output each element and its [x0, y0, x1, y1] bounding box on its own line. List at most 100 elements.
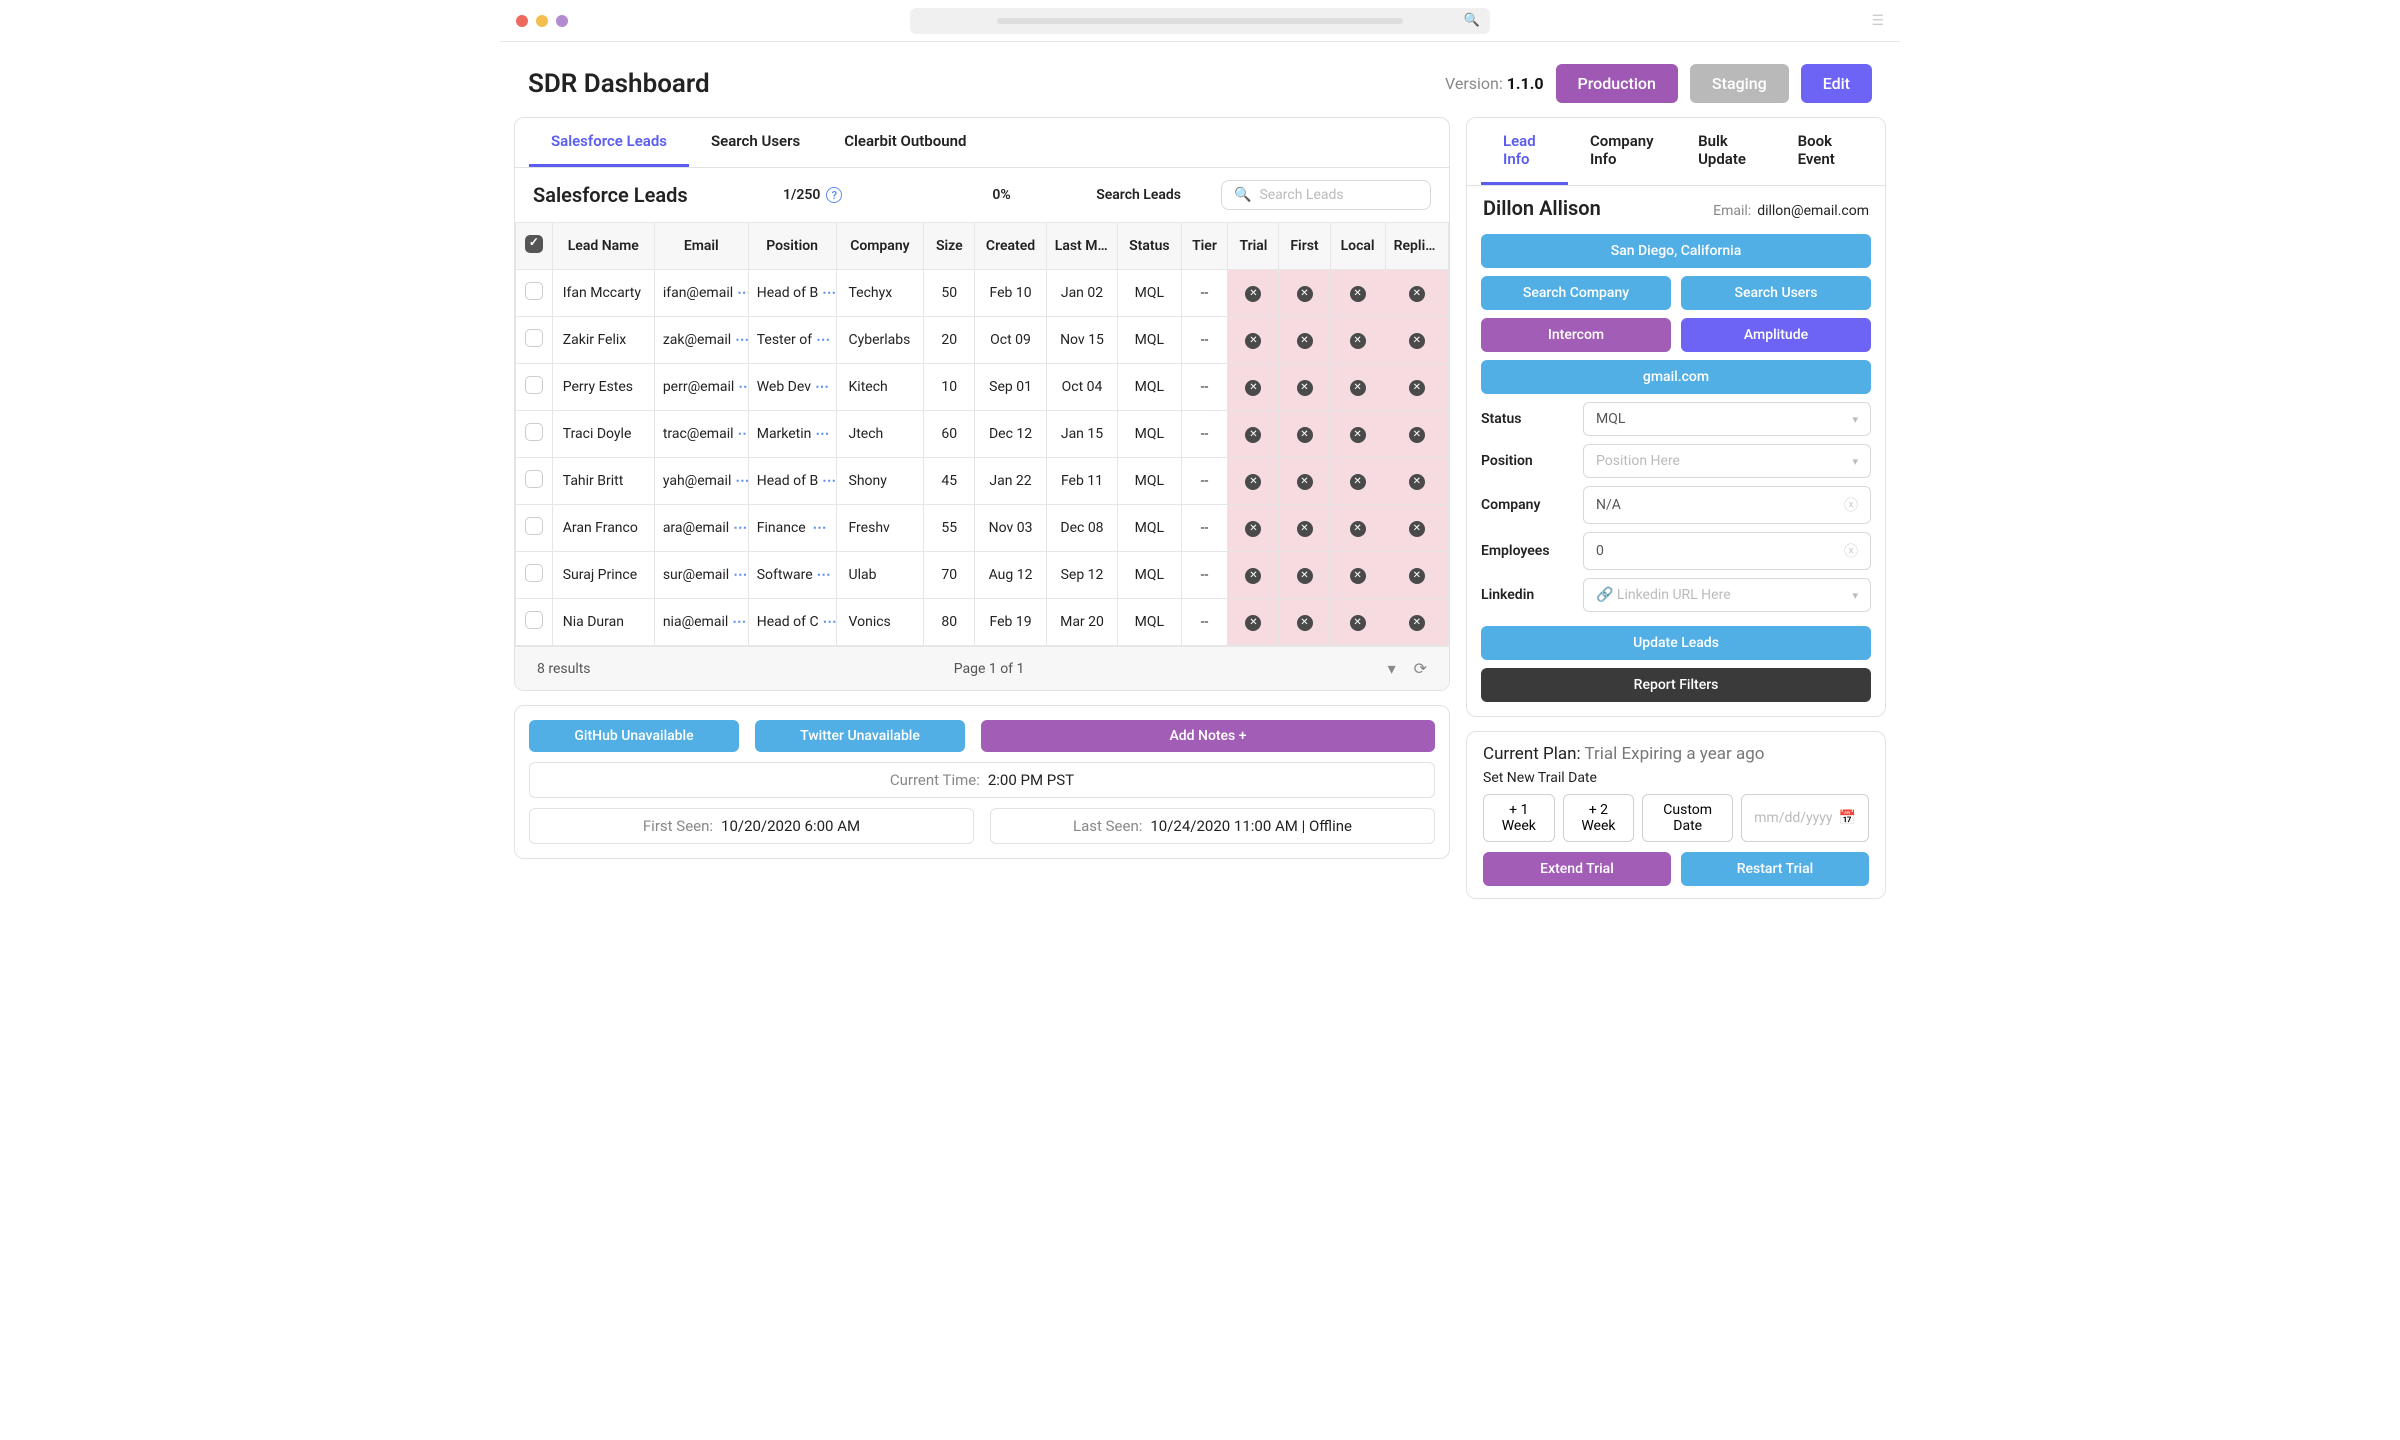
- employees-input[interactable]: 0ⓧ: [1583, 532, 1871, 570]
- more-icon[interactable]: ⋯: [738, 426, 749, 442]
- more-icon[interactable]: ⋯: [735, 332, 748, 348]
- row-checkbox[interactable]: [525, 423, 543, 441]
- staging-button[interactable]: Staging: [1690, 64, 1789, 103]
- intercom-button[interactable]: Intercom: [1481, 318, 1671, 352]
- search-leads-input[interactable]: 🔍: [1221, 180, 1431, 210]
- lead-tabs: Lead Info Company Info Bulk Update Book …: [1467, 118, 1885, 186]
- col-created[interactable]: Created: [975, 223, 1046, 270]
- col-email[interactable]: Email: [654, 223, 748, 270]
- more-icon[interactable]: ⋯: [816, 332, 831, 348]
- cell-name: Aran Franco: [552, 505, 654, 552]
- more-icon[interactable]: ⋯: [822, 285, 836, 301]
- col-size[interactable]: Size: [924, 223, 975, 270]
- row-checkbox[interactable]: [525, 282, 543, 300]
- url-bar[interactable]: 🔍: [910, 8, 1490, 34]
- x-circle-icon: ✕: [1350, 521, 1366, 537]
- row-checkbox[interactable]: [525, 329, 543, 347]
- restart-trial-button[interactable]: Restart Trial: [1681, 852, 1869, 886]
- production-button[interactable]: Production: [1556, 64, 1678, 103]
- table-row[interactable]: Tahir Britt yah@email⋯ Head of B⋯ Shony …: [516, 458, 1449, 505]
- more-icon[interactable]: ⋯: [737, 285, 748, 301]
- col-replied[interactable]: Replied: [1385, 223, 1448, 270]
- minimize-window-icon[interactable]: [536, 15, 548, 27]
- cell-name: Nia Duran: [552, 599, 654, 646]
- tab-clearbit-outbound[interactable]: Clearbit Outbound: [822, 118, 988, 167]
- add-notes-button[interactable]: Add Notes +: [981, 720, 1435, 752]
- position-select[interactable]: Position Here▾: [1583, 444, 1871, 478]
- clear-icon[interactable]: ⓧ: [1844, 541, 1858, 561]
- col-position[interactable]: Position: [748, 223, 836, 270]
- tab-company-info[interactable]: Company Info: [1568, 118, 1676, 185]
- extend-trial-button[interactable]: Extend Trial: [1483, 852, 1671, 886]
- search-users-button[interactable]: Search Users: [1681, 276, 1871, 310]
- maximize-window-icon[interactable]: [556, 15, 568, 27]
- table-row[interactable]: Zakir Felix zak@email⋯ Tester of⋯ Cyberl…: [516, 317, 1449, 364]
- more-icon[interactable]: ⋯: [815, 379, 830, 395]
- more-icon[interactable]: ⋯: [733, 520, 748, 536]
- tab-salesforce-leads[interactable]: Salesforce Leads: [529, 118, 689, 167]
- help-icon[interactable]: ?: [826, 187, 842, 203]
- more-icon[interactable]: ⋯: [738, 379, 748, 395]
- refresh-icon[interactable]: ⟳: [1414, 659, 1427, 678]
- more-icon[interactable]: ⋯: [732, 614, 747, 630]
- cell-email: perr@email⋯: [654, 364, 748, 411]
- menu-icon[interactable]: ☰: [1871, 13, 1884, 29]
- date-picker[interactable]: mm/dd/yyyy📅: [1741, 794, 1869, 842]
- tab-search-users[interactable]: Search Users: [689, 118, 822, 167]
- edit-button[interactable]: Edit: [1801, 64, 1872, 103]
- domain-button[interactable]: gmail.com: [1481, 360, 1871, 394]
- linkedin-select[interactable]: 🔗 Linkedin URL Here▾: [1583, 578, 1871, 612]
- more-icon[interactable]: ⋯: [735, 473, 748, 489]
- row-checkbox[interactable]: [525, 517, 543, 535]
- tab-bulk-update[interactable]: Bulk Update: [1676, 118, 1776, 185]
- row-checkbox[interactable]: [525, 376, 543, 394]
- more-icon[interactable]: ⋯: [823, 614, 836, 630]
- tab-book-event[interactable]: Book Event: [1776, 118, 1871, 185]
- filter-icon[interactable]: ▾: [1388, 659, 1396, 678]
- more-icon[interactable]: ⋯: [815, 426, 830, 442]
- chevron-down-icon: ▾: [1852, 589, 1858, 602]
- report-filters-button[interactable]: Report Filters: [1481, 668, 1871, 702]
- twitter-button[interactable]: Twitter Unavailable: [755, 720, 965, 752]
- select-all-checkbox[interactable]: [525, 235, 543, 253]
- col-last-mql[interactable]: Last MQL: [1046, 223, 1117, 270]
- col-lead-name[interactable]: Lead Name: [552, 223, 654, 270]
- github-button[interactable]: GitHub Unavailable: [529, 720, 739, 752]
- cell-last-mql: Jan 02: [1046, 270, 1117, 317]
- row-checkbox[interactable]: [525, 564, 543, 582]
- table-row[interactable]: Aran Franco ara@email⋯ Finance⋯ Freshv 5…: [516, 505, 1449, 552]
- table-row[interactable]: Suraj Prince sur@email⋯ Software⋯ Ulab 7…: [516, 552, 1449, 599]
- col-status[interactable]: Status: [1118, 223, 1181, 270]
- more-icon[interactable]: ⋯: [817, 567, 832, 583]
- location-button[interactable]: San Diego, California: [1481, 234, 1871, 268]
- row-checkbox[interactable]: [525, 470, 543, 488]
- more-icon[interactable]: ⋯: [813, 520, 828, 536]
- company-input[interactable]: N/Aⓧ: [1583, 486, 1871, 524]
- col-trial[interactable]: Trial: [1228, 223, 1279, 270]
- x-circle-icon: ✕: [1245, 380, 1261, 396]
- search-company-button[interactable]: Search Company: [1481, 276, 1671, 310]
- cell-company: Ulab: [836, 552, 924, 599]
- tab-lead-info[interactable]: Lead Info: [1481, 118, 1568, 185]
- table-row[interactable]: Traci Doyle trac@email⋯ Marketin⋯ Jtech …: [516, 411, 1449, 458]
- plus-2-week-button[interactable]: + 2 Week: [1563, 794, 1635, 842]
- more-icon[interactable]: ⋯: [733, 567, 748, 583]
- amplitude-button[interactable]: Amplitude: [1681, 318, 1871, 352]
- custom-date-button[interactable]: Custom Date: [1642, 794, 1733, 842]
- close-window-icon[interactable]: [516, 15, 528, 27]
- table-row[interactable]: Ifan Mccarty ifan@email⋯ Head of B⋯ Tech…: [516, 270, 1449, 317]
- cell-tier: --: [1181, 411, 1228, 458]
- col-local[interactable]: Local: [1330, 223, 1385, 270]
- table-row[interactable]: Perry Estes perr@email⋯ Web Dev⋯ Kitech …: [516, 364, 1449, 411]
- update-leads-button[interactable]: Update Leads: [1481, 626, 1871, 660]
- col-tier[interactable]: Tier: [1181, 223, 1228, 270]
- col-first[interactable]: First: [1279, 223, 1330, 270]
- status-select[interactable]: MQL▾: [1583, 402, 1871, 436]
- more-icon[interactable]: ⋯: [822, 473, 836, 489]
- clear-icon[interactable]: ⓧ: [1844, 495, 1858, 515]
- row-checkbox[interactable]: [525, 611, 543, 629]
- cell-trial: ✕: [1228, 317, 1279, 364]
- table-row[interactable]: Nia Duran nia@email⋯ Head of C⋯ Vonics 8…: [516, 599, 1449, 646]
- col-company[interactable]: Company: [836, 223, 924, 270]
- plus-1-week-button[interactable]: + 1 Week: [1483, 794, 1555, 842]
